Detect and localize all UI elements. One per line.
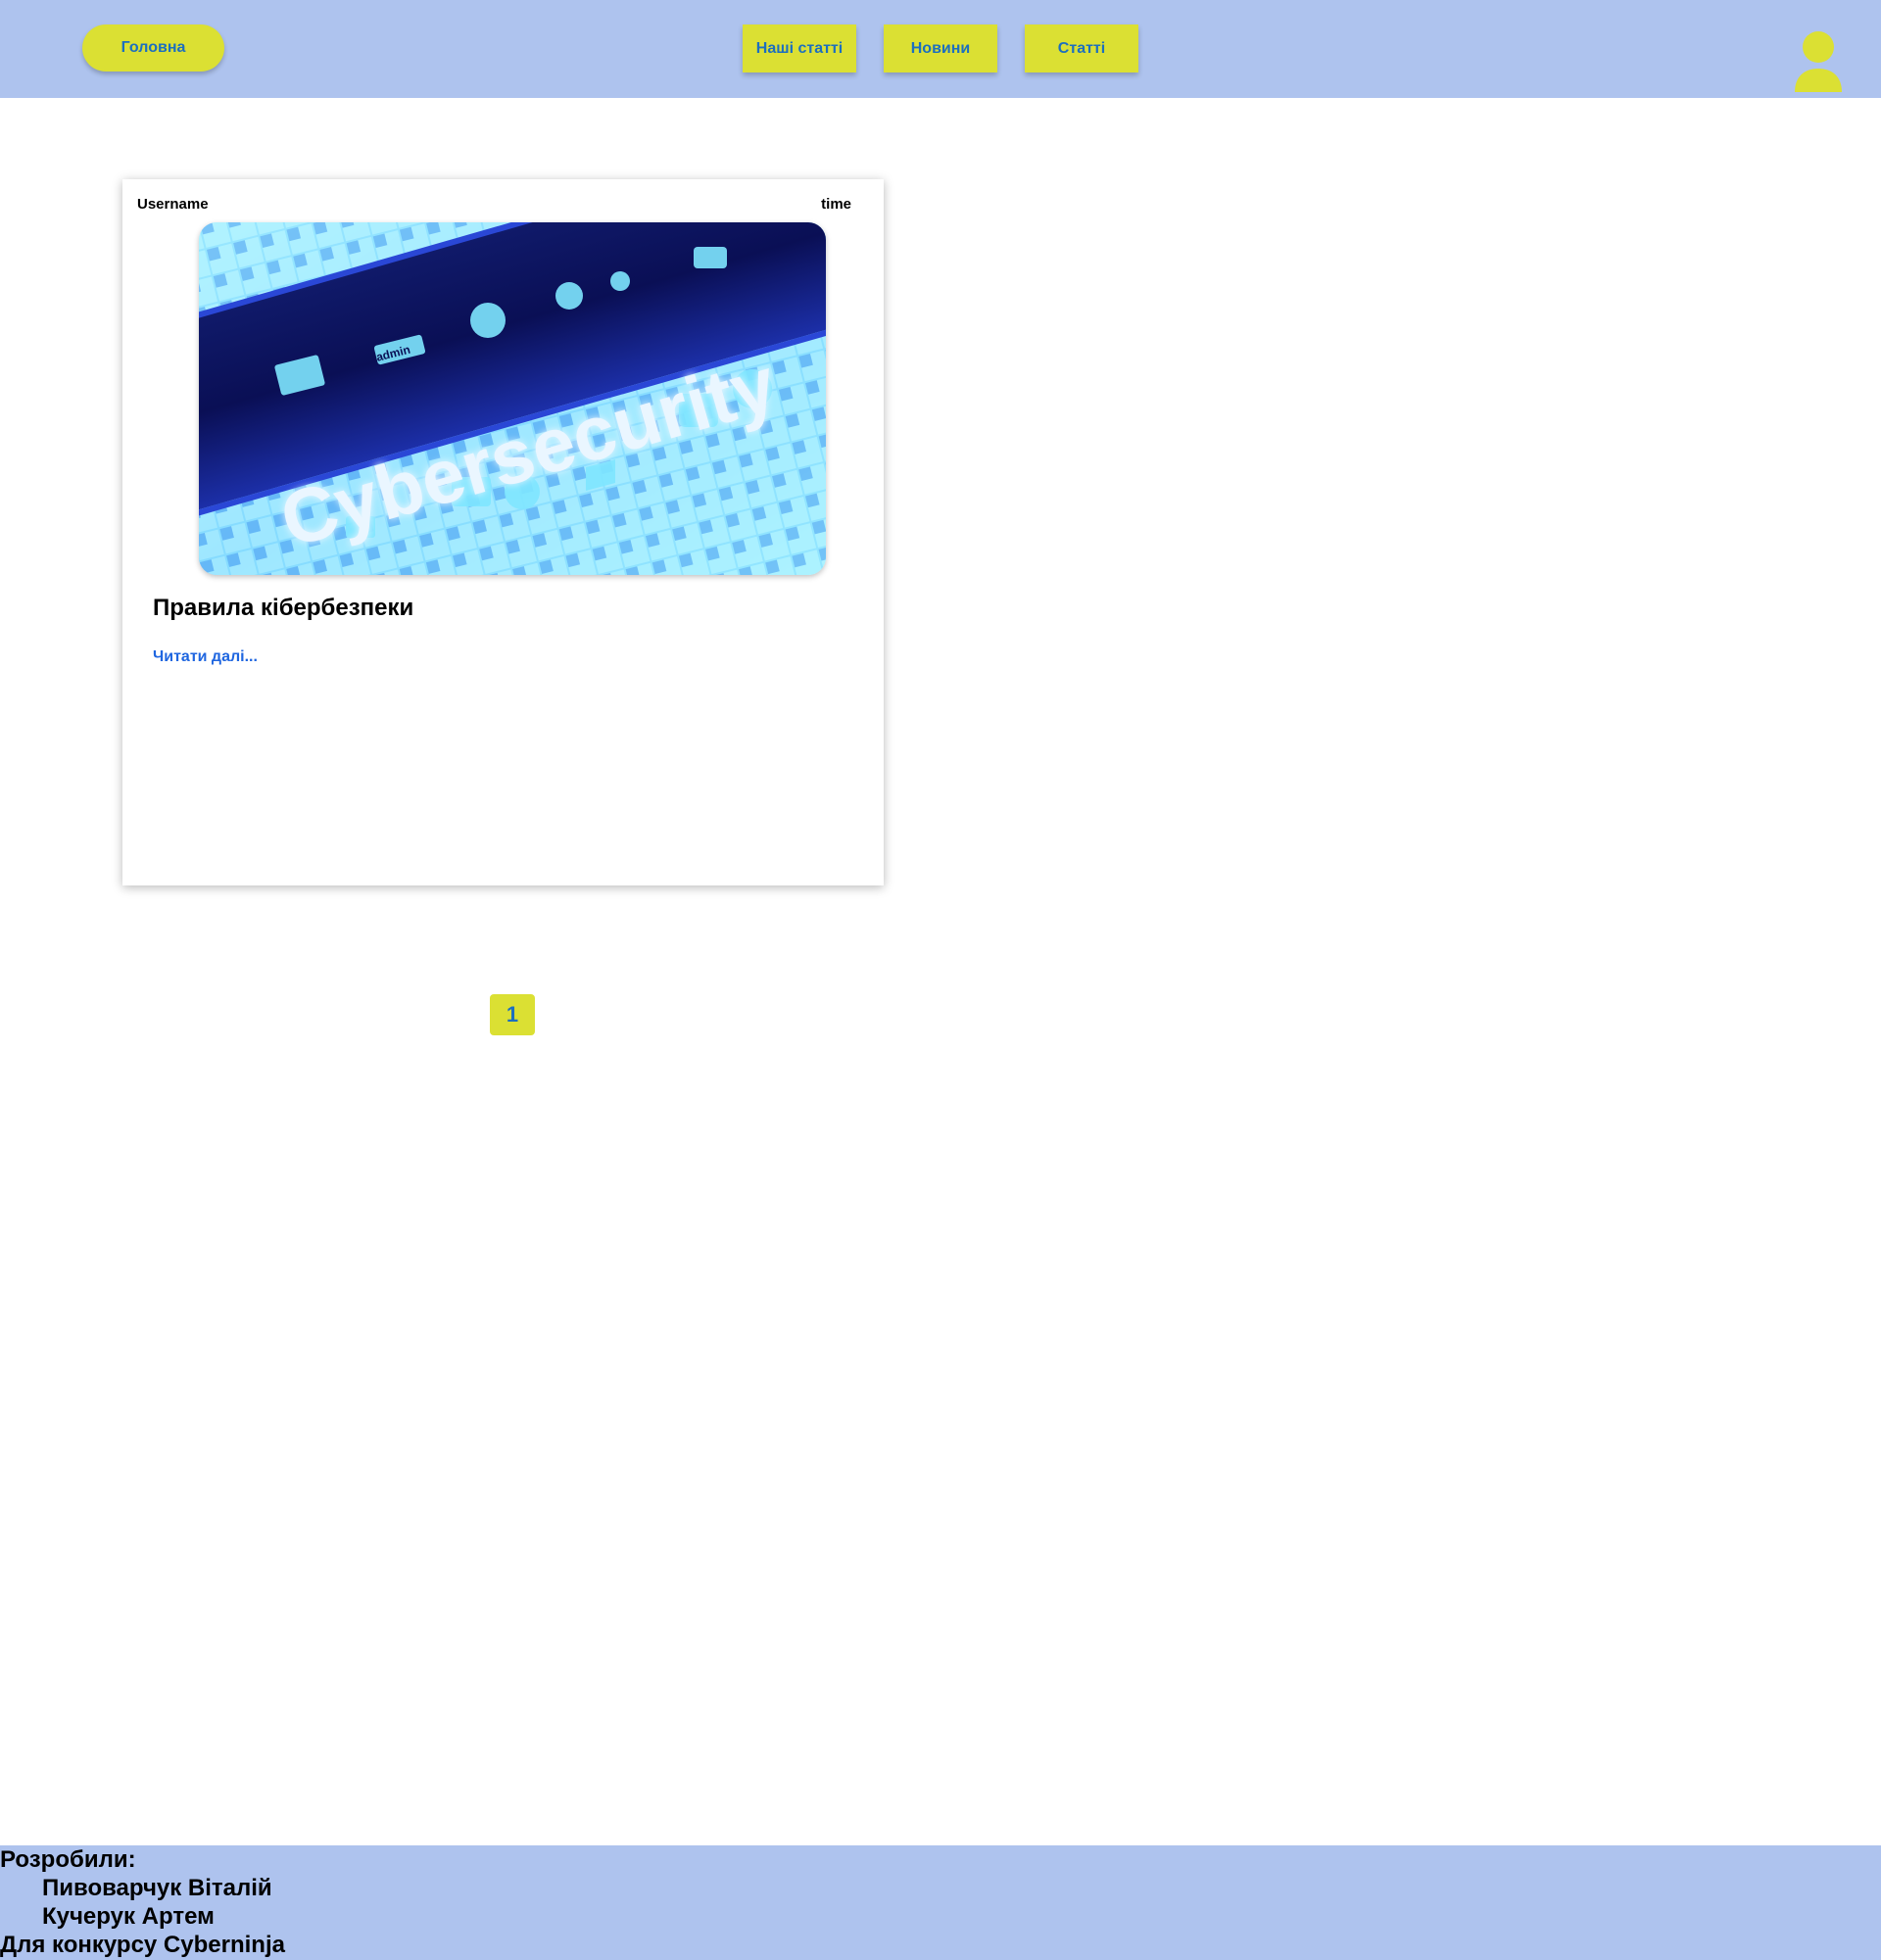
pagination-page-1[interactable]: 1 [490,994,535,1035]
cybersecurity-image: Cybersecurity admin [199,222,826,575]
footer: Розробили: Пивоварчук Віталій Кучерук Ар… [0,1845,1881,1960]
footer-developed-by: Розробили: [0,1846,136,1873]
news-button[interactable]: Новини [884,24,997,72]
read-more-link[interactable]: Читати далі... [153,648,258,666]
article-time: time [821,196,851,213]
our-articles-button[interactable]: Наші статті [743,24,856,72]
user-avatar-icon[interactable] [1793,31,1844,94]
article-card: Username time Cybersecurity admin Правил… [122,179,884,885]
articles-button[interactable]: Статті [1025,24,1138,72]
footer-contest: Для конкурсу Cyberninja [0,1932,285,1958]
home-button[interactable]: Головна [82,24,224,72]
article-title[interactable]: Правила кібербезпеки [153,595,413,622]
article-image[interactable]: Cybersecurity admin [199,222,826,575]
footer-author: Кучерук Артем [42,1903,215,1930]
top-navbar: Головна Наші статті Новини Статті [0,0,1881,98]
footer-author: Пивоварчук Віталій [42,1875,272,1901]
article-username: Username [137,196,209,213]
